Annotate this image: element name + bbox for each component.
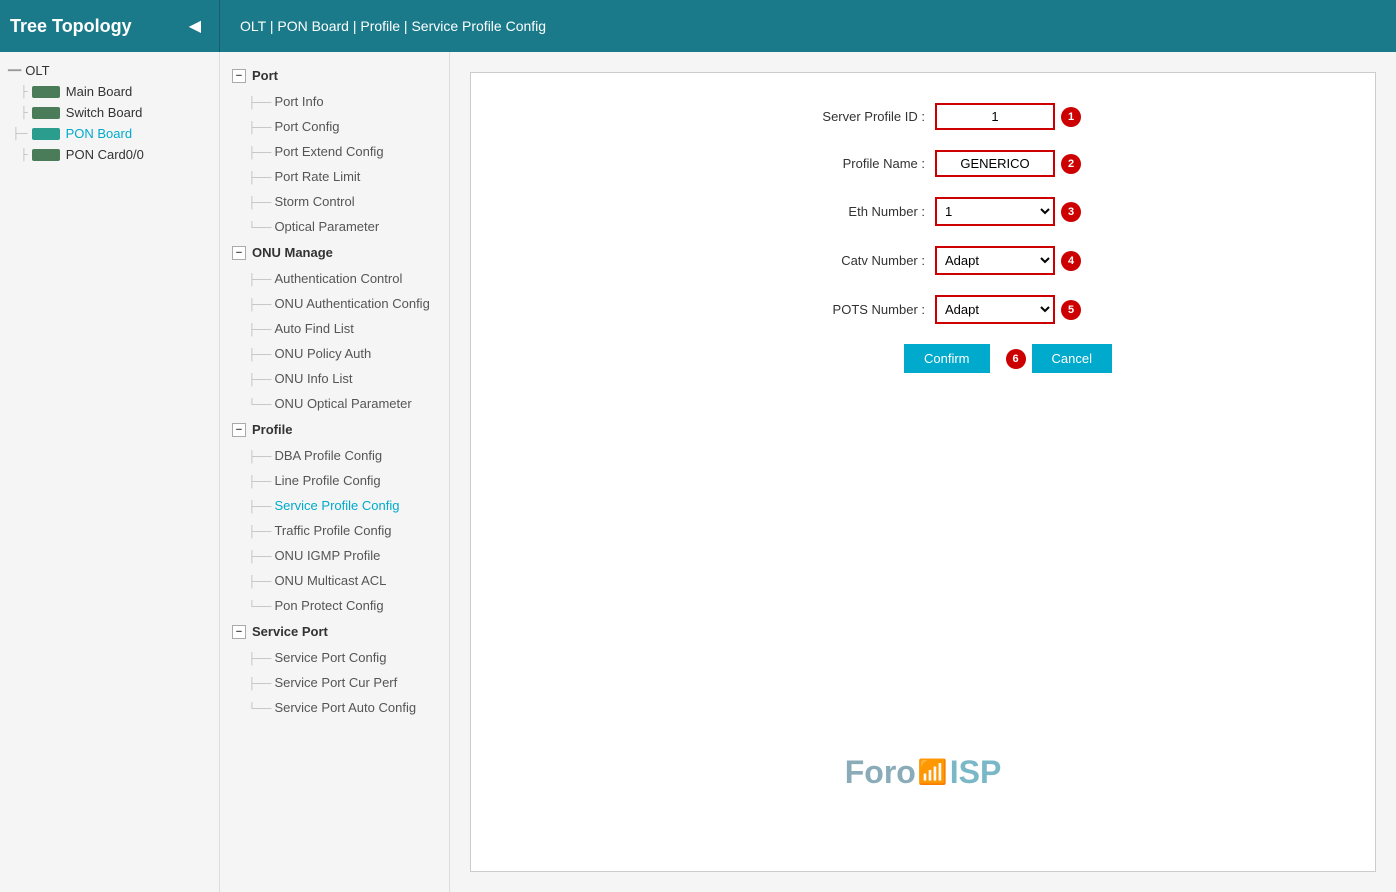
nav-section-service-port[interactable]: − Service Port [220, 618, 449, 645]
nav-item-pon-protect-config[interactable]: Pon Protect Config [220, 593, 449, 618]
nav-item-optical-parameter[interactable]: Optical Parameter [220, 214, 449, 239]
watermark-wifi-icon: 📶 [918, 758, 948, 787]
input-server-profile-id[interactable] [935, 103, 1055, 130]
watermark-foro-text: Foro [845, 754, 916, 791]
nav-item-storm-control[interactable]: Storm Control [220, 189, 449, 214]
nav-item-line-profile[interactable]: Line Profile Config [220, 468, 449, 493]
sidebar-item-pon-card[interactable]: ├ PON Card0/0 [0, 144, 219, 165]
pon-card-icon [32, 149, 60, 161]
badge-5: 5 [1061, 300, 1081, 320]
olt-icon: ━━ [8, 64, 21, 77]
breadcrumb: OLT | PON Board | Profile | Service Prof… [220, 18, 566, 34]
tree-connector-main: ├ [20, 86, 28, 98]
nav-item-service-port-auto-config[interactable]: Service Port Auto Config [220, 695, 449, 720]
badge-2: 2 [1061, 154, 1081, 174]
watermark-isp-text: ISP [950, 754, 1002, 791]
sidebar-title: Tree Topology ◀ [0, 0, 220, 52]
form-row-buttons: Confirm 6 Cancel [511, 344, 1335, 373]
select-eth-number[interactable]: 1 2 3 4 [935, 197, 1055, 226]
nav-panel: − Port Port Info Port Config Port Extend… [220, 52, 450, 892]
badge-6: 6 [1006, 349, 1026, 369]
form-row-profile-name: Profile Name : 2 [511, 150, 1335, 177]
input-profile-name[interactable] [935, 150, 1055, 177]
nav-item-port-config[interactable]: Port Config [220, 114, 449, 139]
collapse-button[interactable]: ◀ [181, 12, 209, 40]
form-row-pots-number: POTS Number : Adapt 0 1 2 5 [511, 295, 1335, 324]
nav-item-onu-policy-auth[interactable]: ONU Policy Auth [220, 341, 449, 366]
sidebar-item-main-board[interactable]: ├ Main Board [0, 81, 219, 102]
nav-item-onu-optical-parameter[interactable]: ONU Optical Parameter [220, 391, 449, 416]
nav-item-port-info[interactable]: Port Info [220, 89, 449, 114]
collapse-profile-icon: − [232, 423, 246, 437]
select-catv-number[interactable]: Adapt 0 1 [935, 246, 1055, 275]
form-row-server-profile-id: Server Profile ID : 1 [511, 103, 1335, 130]
nav-item-traffic-profile[interactable]: Traffic Profile Config [220, 518, 449, 543]
label-profile-name: Profile Name : [765, 156, 925, 171]
tree-connector-pon: ├─ [12, 128, 28, 140]
tree-connector-switch: ├ [20, 107, 28, 119]
nav-section-port[interactable]: − Port [220, 62, 449, 89]
select-pots-number[interactable]: Adapt 0 1 2 [935, 295, 1055, 324]
confirm-button[interactable]: Confirm [904, 344, 990, 373]
nav-section-profile[interactable]: − Profile [220, 416, 449, 443]
label-eth-number: Eth Number : [765, 204, 925, 219]
main-board-icon [32, 86, 60, 98]
badge-4: 4 [1061, 251, 1081, 271]
switch-board-icon [32, 107, 60, 119]
sidebar: ━━ OLT ├ Main Board ├ Switch Board ├─ PO… [0, 52, 220, 892]
collapse-port-icon: − [232, 69, 246, 83]
collapse-service-port-icon: − [232, 625, 246, 639]
cancel-button[interactable]: Cancel [1032, 344, 1112, 373]
nav-item-onu-info-list[interactable]: ONU Info List [220, 366, 449, 391]
badge-1: 1 [1061, 107, 1081, 127]
collapse-onu-icon: − [232, 246, 246, 260]
form-panel: Server Profile ID : 1 Profile Name : 2 E… [450, 52, 1396, 892]
nav-item-dba-profile[interactable]: DBA Profile Config [220, 443, 449, 468]
form-row-catv-number: Catv Number : Adapt 0 1 4 [511, 246, 1335, 275]
nav-item-onu-igmp-profile[interactable]: ONU IGMP Profile [220, 543, 449, 568]
nav-item-port-extend-config[interactable]: Port Extend Config [220, 139, 449, 164]
sidebar-item-switch-board[interactable]: ├ Switch Board [0, 102, 219, 123]
nav-item-port-rate-limit[interactable]: Port Rate Limit [220, 164, 449, 189]
sidebar-item-olt[interactable]: ━━ OLT [0, 60, 219, 81]
form-row-eth-number: Eth Number : 1 2 3 4 3 [511, 197, 1335, 226]
tree-connector-pon-card: ├ [20, 149, 28, 161]
nav-item-auth-control[interactable]: Authentication Control [220, 266, 449, 291]
label-catv-number: Catv Number : [765, 253, 925, 268]
nav-item-service-profile-config[interactable]: Service Profile Config [220, 493, 449, 518]
label-pots-number: POTS Number : [765, 302, 925, 317]
pon-board-icon [32, 128, 60, 140]
nav-item-onu-auth-config[interactable]: ONU Authentication Config [220, 291, 449, 316]
app-title: Tree Topology [10, 16, 132, 37]
watermark: Foro📶ISP [845, 754, 1002, 791]
nav-item-auto-find-list[interactable]: Auto Find List [220, 316, 449, 341]
nav-item-service-port-config[interactable]: Service Port Config [220, 645, 449, 670]
label-server-profile-id: Server Profile ID : [765, 109, 925, 124]
form-container: Server Profile ID : 1 Profile Name : 2 E… [470, 72, 1376, 872]
badge-3: 3 [1061, 202, 1081, 222]
nav-item-service-port-cur-perf[interactable]: Service Port Cur Perf [220, 670, 449, 695]
sidebar-item-pon-board[interactable]: ├─ PON Board [0, 123, 219, 144]
nav-section-onu-manage[interactable]: − ONU Manage [220, 239, 449, 266]
nav-item-onu-multicast-acl[interactable]: ONU Multicast ACL [220, 568, 449, 593]
